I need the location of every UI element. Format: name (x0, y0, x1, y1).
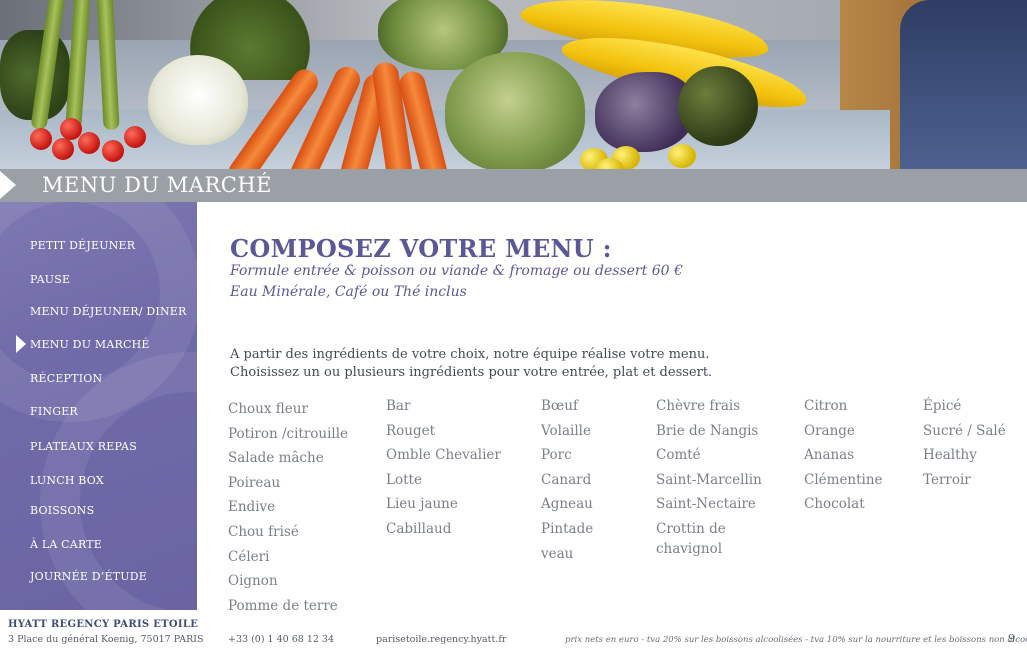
ingredient-item: Comté (656, 447, 701, 464)
tomato-image (124, 126, 146, 148)
footer-address: 3 Place du général Koenig, 75017 PARIS (8, 634, 204, 645)
nav-item-reception[interactable]: RÉCEPTION (30, 372, 102, 385)
ingredient-item: Épicé (923, 398, 962, 414)
tomato-image (30, 128, 52, 150)
ingredient-column-viandes: Bœuf Volaille Porc Canard Agneau Pintade… (541, 394, 593, 566)
tomato-image (60, 118, 82, 140)
ingredient-item: Céleri (228, 548, 270, 565)
yellow-tomato-image (668, 144, 696, 168)
fennel-image (148, 55, 248, 145)
ingredient-item: Salade mâche (228, 450, 324, 467)
ingredient-item: Citron (804, 398, 848, 414)
ingredient-item: Agneau (541, 496, 593, 513)
menu-formula: Formule entrée & poisson ou viande & fro… (230, 263, 683, 279)
ingredient-item: Poireau (228, 474, 281, 491)
ingredient-item: Sucré / Salé (923, 422, 1006, 439)
ingredient-item: Lotte (386, 471, 422, 488)
ingredient-item: Chocolat (804, 496, 865, 513)
nav-item-a-la-carte[interactable]: À LA CARTE (30, 538, 102, 551)
footer-phone[interactable]: +33 (0) 1 40 68 12 34 (228, 634, 334, 645)
nav-item-pause[interactable]: PAUSE (30, 273, 70, 286)
artichoke-image (445, 52, 585, 169)
nav-item-lunch-box[interactable]: LUNCH BOX (30, 474, 104, 487)
ingredient-item: Chou frisé (228, 523, 299, 540)
ingredient-item: Brie de Nangis (656, 422, 759, 439)
ingredient-column-styles: Épicé Sucré / Salé Healthy Terroir (923, 394, 1006, 492)
intro-line-2: Choisissez un ou plusieurs ingrédients p… (230, 365, 713, 380)
ingredient-item: Pomme de terre (228, 597, 338, 614)
ingredient-item: Clémentine (804, 471, 883, 488)
ingredient-item: Ananas (804, 447, 855, 464)
ingredient-column-fruits: Citron Orange Ananas Clémentine Chocolat (804, 394, 883, 517)
footer-price-note: prix nets en euro - tva 20% sur les bois… (565, 635, 1027, 645)
ingredient-item: Chèvre frais (656, 398, 741, 414)
nav-item-menu-dejeuner-diner[interactable]: MENU DÉJEUNER/ DINER (30, 305, 187, 318)
ingredient-item: Orange (804, 422, 855, 439)
ingredient-item: Porc (541, 447, 572, 464)
section-title-band: MENU DU MARCHÉ (0, 169, 1027, 202)
ingredient-item: Endive (228, 499, 276, 516)
nav-item-petit-dejeuner[interactable]: PETIT DÉJEUNER (30, 239, 135, 252)
avocado-image (678, 66, 758, 146)
active-item-arrow-icon (16, 335, 26, 353)
hero-photo (0, 0, 1027, 169)
footer-brand: HYATT REGENCY PARIS ETOILE (8, 619, 199, 630)
nav-item-journee-etude[interactable]: JOURNÉE D’ÉTUDE (30, 570, 147, 583)
sidebar-nav: PETIT DÉJEUNER PAUSE MENU DÉJEUNER/ DINE… (0, 202, 197, 610)
ingredient-item: Oignon (228, 573, 278, 590)
ingredient-item: Terroir (923, 471, 971, 488)
ingredient-item: Saint-Marcellin (656, 471, 762, 488)
tomato-image (52, 138, 74, 160)
nav-item-menu-du-marche[interactable]: MENU DU MARCHÉ (30, 338, 150, 351)
footer-website-link[interactable]: parisetoile.regency.hyatt.fr (376, 634, 506, 645)
ingredient-item: Crottin de chavignol (656, 520, 726, 557)
chevron-right-icon (0, 171, 16, 199)
ingredient-column-fromages: Chèvre frais Brie de Nangis Comté Saint-… (656, 394, 762, 563)
ingredient-item: Saint-Nectaire (656, 496, 756, 513)
ingredient-item: Lieu jaune (386, 496, 458, 513)
ingredient-column-poissons: Bar Rouget Omble Chevalier Lotte Lieu ja… (386, 394, 501, 542)
ingredient-item: Potiron /citrouille (228, 425, 349, 442)
ingredient-item: Bœuf (541, 398, 578, 414)
ingredient-item: Rouget (386, 422, 436, 439)
ingredient-column-legumes: Choux fleur Potiron /citrouille Salade m… (228, 397, 348, 618)
ingredient-item: Cabillaud (386, 520, 452, 537)
ingredient-item: Volaille (541, 422, 591, 439)
page-number: 9 (1008, 632, 1015, 645)
ingredient-item: Choux fleur (228, 401, 308, 417)
ingredient-item: Bar (386, 398, 411, 414)
intro-line-1: A partir des ingrédients de votre choix,… (230, 347, 710, 362)
ingredient-item: Pintade (541, 520, 594, 537)
tomato-image (78, 132, 100, 154)
nav-item-plateaux-repas[interactable]: PLATEAUX REPAS (30, 440, 137, 453)
ingredient-item: veau (541, 545, 574, 562)
ingredient-item: Canard (541, 471, 592, 488)
hero-cloth (900, 0, 1027, 169)
ingredient-item: Healthy (923, 447, 977, 464)
page-heading: COMPOSEZ VOTRE MENU : (230, 234, 612, 263)
nav-item-finger[interactable]: FINGER (30, 405, 78, 418)
tomato-image (102, 140, 124, 162)
nav-item-boissons[interactable]: BOISSONS (30, 504, 94, 517)
ingredient-item: Omble Chevalier (386, 447, 501, 464)
menu-inclus: Eau Minérale, Café ou Thé inclus (230, 284, 467, 300)
section-title: MENU DU MARCHÉ (42, 173, 272, 197)
